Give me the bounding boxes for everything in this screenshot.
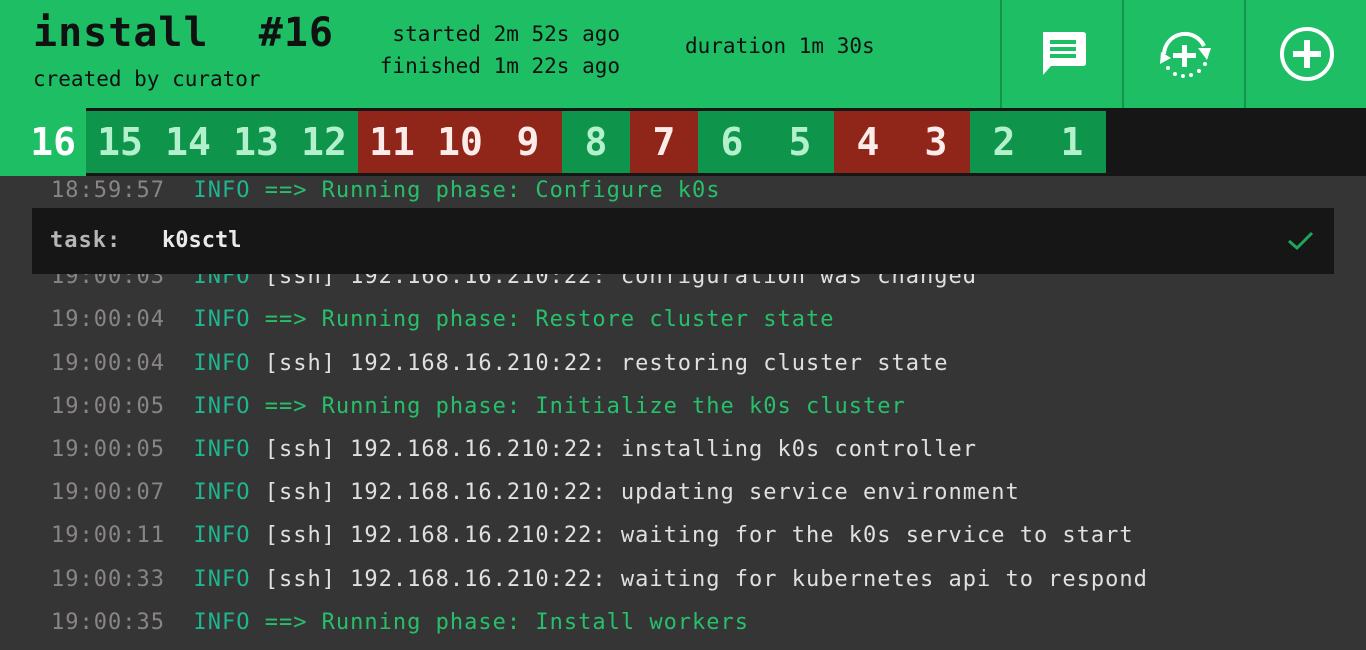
- build-link-1[interactable]: 1: [1038, 111, 1106, 173]
- log-level: INFO: [193, 610, 251, 635]
- build-link-13[interactable]: 13: [222, 111, 290, 173]
- log-line: 19:00:35 INFO ==> Running phase: Install…: [51, 610, 749, 640]
- log-message: [ssh] 192.168.16.210:22: restoring clust…: [264, 351, 949, 376]
- log-level: INFO: [193, 351, 251, 376]
- log-message: ==> Running phase: Configure k0s: [264, 178, 721, 203]
- log-timestamp: 18:59:57: [51, 178, 165, 203]
- build-link-15[interactable]: 15: [86, 111, 154, 173]
- log-timestamp: 19:00:04: [51, 307, 165, 332]
- build-link-3[interactable]: 3: [902, 111, 970, 173]
- log-line: 19:00:11 INFO [ssh] 192.168.16.210:22: w…: [51, 523, 1134, 553]
- build-link-12[interactable]: 12: [290, 111, 358, 173]
- build-link-7[interactable]: 7: [630, 111, 698, 173]
- message-icon: [1042, 32, 1086, 75]
- build-link-8[interactable]: 8: [562, 111, 630, 173]
- build-link-11[interactable]: 11: [358, 111, 426, 173]
- finished-time: finished 1m 22s ago: [379, 54, 620, 78]
- log-timestamp: 19:00:04: [51, 351, 165, 376]
- log-level: INFO: [193, 307, 251, 332]
- log-message: ==> Running phase: Restore cluster state: [264, 307, 835, 332]
- log-message: [ssh] 192.168.16.210:22: waiting for the…: [264, 523, 1134, 548]
- log-line: 19:00:04 INFO [ssh] 192.168.16.210:22: r…: [51, 351, 948, 381]
- log-line: 19:00:05 INFO ==> Running phase: Initial…: [51, 394, 906, 424]
- log-timestamp: 19:00:07: [51, 480, 165, 505]
- log-level: INFO: [193, 480, 251, 505]
- log-message: ==> Running phase: Install workers: [264, 610, 750, 635]
- log-level: INFO: [193, 178, 251, 203]
- created-by: created by curator: [33, 67, 261, 91]
- log-line: 19:00:05 INFO [ssh] 192.168.16.210:22: i…: [51, 437, 977, 467]
- log-message: [ssh] 192.168.16.210:22: installing k0s …: [264, 437, 977, 462]
- new-build-button[interactable]: [1244, 0, 1366, 108]
- log-timestamp: 19:00:33: [51, 567, 165, 592]
- log-line: 19:00:33 INFO [ssh] 192.168.16.210:22: w…: [51, 567, 1148, 597]
- build-link-9[interactable]: 9: [494, 111, 562, 173]
- build-times: started 2m 52s ago finished 1m 22s ago: [340, 18, 620, 82]
- task-header[interactable]: task: k0sctl: [32, 208, 1334, 274]
- build-link-16[interactable]: 16: [0, 108, 86, 176]
- plus-circle-icon: [1279, 27, 1334, 81]
- build-header: install #16 created by curator started 2…: [0, 0, 1366, 108]
- log-message: ==> Running phase: Initialize the k0s cl…: [264, 394, 906, 419]
- log-timestamp: 19:00:11: [51, 523, 165, 548]
- log-level: INFO: [193, 567, 251, 592]
- log-message: [ssh] 192.168.16.210:22: updating servic…: [264, 480, 1020, 505]
- build-link-10[interactable]: 10: [426, 111, 494, 173]
- log-message: [ssh] 192.168.16.210:22: waiting for kub…: [264, 567, 1148, 592]
- log-line: 18:59:57 INFO ==> Running phase: Configu…: [51, 178, 721, 208]
- build-link-2[interactable]: 2: [970, 111, 1038, 173]
- started-time: started 2m 52s ago: [392, 22, 620, 46]
- rerun-plus-icon: [1159, 31, 1211, 78]
- build-link-14[interactable]: 14: [154, 111, 222, 173]
- build-navigation: 16 15 14 13 12 11 10 9 8 7 6 5 4 3 2 1: [0, 108, 1366, 176]
- log-timestamp: 19:00:35: [51, 610, 165, 635]
- build-title: install #16: [33, 10, 334, 56]
- task-name: k0sctl: [162, 228, 242, 253]
- log-level: INFO: [193, 523, 251, 548]
- rerun-button[interactable]: [1122, 0, 1245, 108]
- checkmark-icon: [1288, 231, 1314, 251]
- build-link-5[interactable]: 5: [766, 111, 834, 173]
- build-duration: duration 1m 30s: [685, 34, 875, 58]
- comment-button[interactable]: [1000, 0, 1123, 108]
- log-level: INFO: [193, 394, 251, 419]
- log-timestamp: 19:00:05: [51, 437, 165, 462]
- task-label: task:: [50, 228, 122, 253]
- log-timestamp: 19:00:05: [51, 394, 165, 419]
- build-link-4[interactable]: 4: [834, 111, 902, 173]
- log-level: INFO: [193, 437, 251, 462]
- log-line: 19:00:07 INFO [ssh] 192.168.16.210:22: u…: [51, 480, 1020, 510]
- log-line: 19:00:04 INFO ==> Running phase: Restore…: [51, 307, 835, 337]
- build-link-6[interactable]: 6: [698, 111, 766, 173]
